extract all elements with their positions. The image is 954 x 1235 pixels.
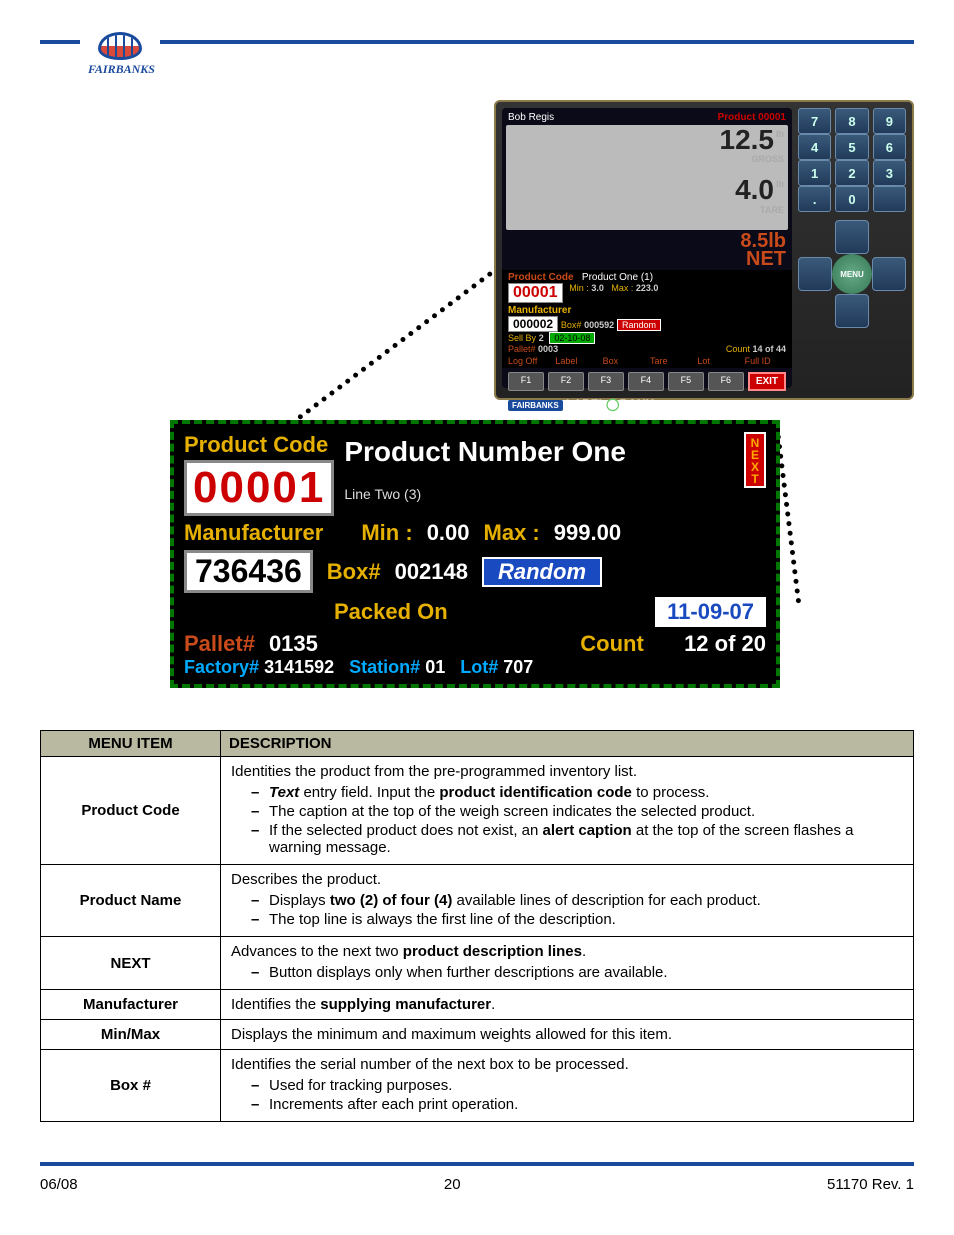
- fkey-F6[interactable]: F6: [708, 372, 744, 391]
- date-box: 11-09-07: [655, 597, 766, 627]
- fkey-F2[interactable]: F2: [548, 372, 584, 391]
- keypad-8[interactable]: 8: [835, 108, 868, 134]
- keypad-6[interactable]: 6: [873, 134, 906, 160]
- random-button[interactable]: Random: [482, 557, 602, 587]
- fkey-F4[interactable]: F4: [628, 372, 664, 391]
- keypad-9[interactable]: 9: [873, 108, 906, 134]
- product-name: Product Number One: [344, 436, 734, 468]
- menu-button: MENU: [832, 254, 872, 294]
- keypad-5[interactable]: 5: [835, 134, 868, 160]
- keypad-0[interactable]: 0: [835, 186, 868, 212]
- product-code-box: 00001: [184, 460, 334, 516]
- description-table: MENU ITEMDESCRIPTION Product Code Identi…: [40, 730, 914, 1122]
- device-screenshot: Bob RegisProduct 00001 12.5lbGROSS 4.0lb…: [494, 100, 914, 400]
- row-manufacturer: Manufacturer: [41, 990, 221, 1020]
- keypad-1[interactable]: 1: [798, 160, 831, 186]
- fkey-F1[interactable]: F1: [508, 372, 544, 391]
- keypad-3[interactable]: 3: [873, 160, 906, 186]
- row-product-name: Product Name: [41, 865, 221, 937]
- manufacturer-box: 736436: [184, 550, 313, 593]
- zoom-panel: Product Code 00001 Product Number One Li…: [170, 420, 780, 688]
- page-footer: 06/08 20 51170 Rev. 1: [40, 1162, 914, 1233]
- keypad-2[interactable]: 2: [835, 160, 868, 186]
- row-minmax: Min/Max: [41, 1020, 221, 1050]
- fkey-F3[interactable]: F3: [588, 372, 624, 391]
- fairbanks-logo: FAIRBANKS: [80, 32, 160, 77]
- dpad[interactable]: MENU: [798, 220, 906, 328]
- next-button[interactable]: NEXT: [744, 432, 766, 488]
- fkey-F5[interactable]: F5: [668, 372, 704, 391]
- keypad-4[interactable]: 4: [798, 134, 831, 160]
- row-box: Box #: [41, 1050, 221, 1122]
- keypad-[interactable]: [873, 186, 906, 212]
- keypad-.[interactable]: .: [798, 186, 831, 212]
- exit-button[interactable]: EXIT: [748, 372, 786, 391]
- fk-labels: Log OffLabelBoxTareLotFull ID: [508, 356, 786, 366]
- keypad-7[interactable]: 7: [798, 108, 831, 134]
- row-product-code: Product Code: [41, 757, 221, 865]
- row-next: NEXT: [41, 937, 221, 990]
